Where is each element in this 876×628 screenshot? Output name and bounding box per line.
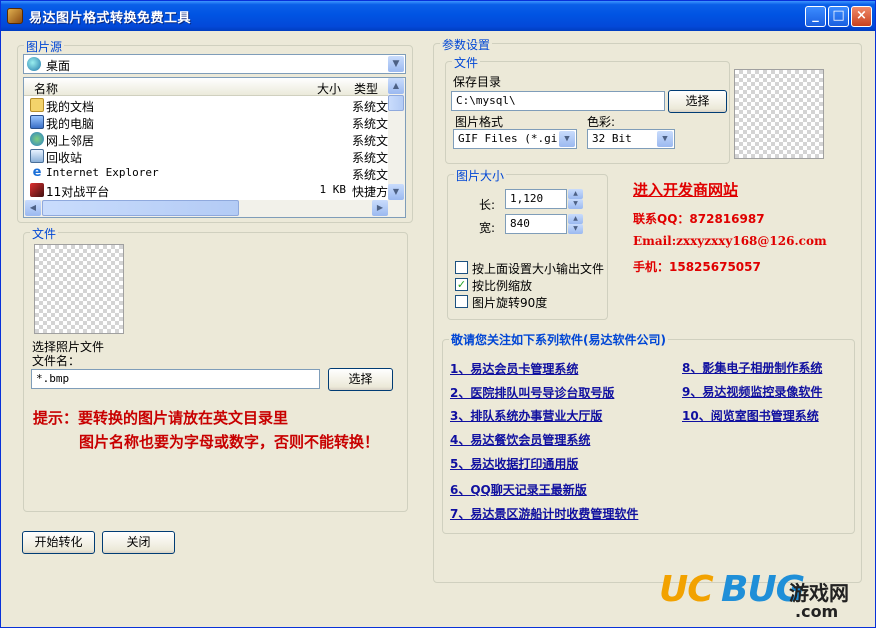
series-title: 敬请您关注如下系列软件(易达软件公司)	[449, 331, 668, 348]
length-spinner[interactable]: ▲ ▼	[568, 189, 584, 209]
column-size[interactable]: 大小	[317, 80, 341, 97]
minimize-button[interactable]: _	[805, 6, 826, 27]
column-type[interactable]: 类型	[354, 80, 378, 97]
series-link-8[interactable]: 8、影集电子相册制作系统	[682, 359, 822, 376]
rotate-checkbox[interactable]	[455, 295, 468, 308]
params-legend: 参数设置	[440, 36, 493, 53]
desktop-icon	[27, 57, 41, 71]
select-file-button[interactable]: 选择	[328, 368, 393, 391]
scroll-thumb[interactable]	[42, 200, 239, 216]
list-item[interactable]: e Internet Explorer 系统文	[24, 165, 390, 183]
rotate-label: 图片旋转90度	[472, 296, 548, 310]
save-dir-label: 保存目录	[453, 75, 502, 89]
filename-input[interactable]: *.bmp	[31, 369, 320, 389]
network-icon	[30, 132, 44, 146]
output-size-label: 按上面设置大小输出文件	[472, 262, 605, 276]
series-link-5[interactable]: 5、易达收据打印通用版	[450, 455, 578, 472]
maximize-button[interactable]: □	[828, 6, 849, 27]
scroll-down-icon[interactable]: ▼	[388, 184, 404, 200]
series-link-3[interactable]: 3、排队系统办事营业大厅版	[450, 407, 602, 424]
drive-select-value: 桌面	[46, 59, 71, 73]
format-label: 图片格式	[455, 115, 504, 129]
length-label: 长:	[479, 198, 496, 212]
app-window: 易达图片格式转换免费工具 _ □ × 图片源 桌面 ▼ 名称 大小 类型 我的文…	[0, 0, 876, 628]
series-link-7[interactable]: 7、易达景区游船计时收费管理软件	[450, 505, 638, 522]
filename-label: 文件名：	[32, 354, 81, 368]
ucbug-watermark-logo: UC BUG 游戏网 .com	[659, 569, 849, 621]
developer-qq: 联系QQ：872816987	[633, 212, 765, 226]
developer-email: Email:zxxyzxxy168@126.com	[633, 234, 827, 248]
developer-phone: 手机：15825675057	[633, 260, 761, 274]
list-item[interactable]: 我的电脑 系统文	[24, 114, 390, 131]
series-link-6[interactable]: 6、QQ聊天记录王最新版	[450, 481, 587, 498]
output-file-legend: 文件	[452, 54, 481, 71]
list-item[interactable]: 我的文档 系统文	[24, 97, 390, 114]
list-item[interactable]: 回收站 系统文	[24, 148, 390, 165]
scroll-right-icon[interactable]: ▶	[372, 200, 388, 216]
width-spinner[interactable]: ▲ ▼	[568, 214, 584, 234]
file-list[interactable]: 名称 大小 类型 我的文档 系统文 我的电脑 系统文 网上邻居 系统文 回收站 …	[23, 77, 406, 218]
developer-site-link[interactable]: 进入开发商网站	[633, 179, 738, 200]
series-link-2[interactable]: 2、医院排队叫号导诊台取号版	[450, 384, 614, 401]
keep-ratio-checkbox[interactable]: ✓	[455, 278, 468, 291]
series-link-1[interactable]: 1、易达会员卡管理系统	[450, 360, 578, 377]
image-source-legend: 图片源	[24, 38, 65, 55]
scroll-left-icon[interactable]: ◀	[25, 200, 41, 216]
color-label: 色彩:	[587, 115, 616, 129]
series-link-4[interactable]: 4、易达餐饮会员管理系统	[450, 431, 590, 448]
output-image-preview	[734, 69, 824, 159]
spin-up-icon[interactable]: ▲	[568, 189, 583, 199]
tip-line-1: 提示：要转换的图片请放在英文目录里	[33, 409, 289, 427]
image-size-legend: 图片大小	[454, 167, 507, 184]
start-convert-button[interactable]: 开始转化	[22, 531, 95, 554]
close-window-button[interactable]: ×	[851, 6, 872, 27]
source-image-preview	[34, 244, 124, 334]
list-item[interactable]: 11对战平台 1 KB 快捷方	[24, 182, 390, 199]
app-icon	[7, 8, 23, 24]
drive-select[interactable]: 桌面 ▼	[23, 54, 406, 74]
vertical-scrollbar[interactable]: ▲ ▼	[388, 78, 405, 200]
length-input[interactable]: 1,120	[505, 189, 567, 209]
tip-line-2: 图片名称也要为字母或数字，否则不能转换！	[79, 433, 380, 451]
shortcut-icon	[30, 183, 44, 197]
recycle-bin-icon	[30, 149, 44, 163]
width-input[interactable]: 840	[505, 214, 567, 234]
series-link-9[interactable]: 9、易达视频监控录像软件	[682, 383, 822, 400]
save-dir-input[interactable]: C:\mysql\	[451, 91, 665, 111]
format-select[interactable]: GIF Files (*.gif) ▼	[453, 129, 577, 149]
spin-up-icon[interactable]: ▲	[568, 214, 583, 224]
scroll-thumb[interactable]	[388, 95, 404, 111]
close-button[interactable]: 关闭	[102, 531, 175, 554]
series-link-10[interactable]: 10、阅览室图书管理系统	[682, 407, 819, 424]
color-select[interactable]: 32 Bit ▼	[587, 129, 675, 149]
title-bar[interactable]: 易达图片格式转换免费工具 _ □ ×	[1, 1, 875, 31]
select-dir-button[interactable]: 选择	[668, 90, 727, 113]
window-title: 易达图片格式转换免费工具	[29, 11, 192, 26]
ie-icon: e	[32, 165, 42, 180]
output-size-checkbox[interactable]	[455, 261, 468, 274]
folder-icon	[30, 98, 44, 112]
horizontal-scrollbar[interactable]: ◀ ▶	[24, 200, 405, 217]
chevron-down-icon[interactable]: ▼	[657, 131, 673, 147]
chevron-down-icon[interactable]: ▼	[559, 131, 575, 147]
list-item[interactable]: 网上邻居 系统文	[24, 131, 390, 148]
spin-down-icon[interactable]: ▼	[568, 199, 583, 209]
keep-ratio-label: 按比例缩放	[472, 279, 533, 293]
file-legend: 文件	[30, 225, 59, 242]
scroll-up-icon[interactable]: ▲	[388, 78, 404, 94]
column-name[interactable]: 名称	[34, 80, 58, 97]
width-label: 宽:	[479, 221, 496, 235]
computer-icon	[30, 115, 44, 129]
spin-down-icon[interactable]: ▼	[568, 224, 583, 234]
file-list-header: 名称 大小 类型	[24, 78, 390, 96]
chevron-down-icon[interactable]: ▼	[388, 56, 404, 72]
